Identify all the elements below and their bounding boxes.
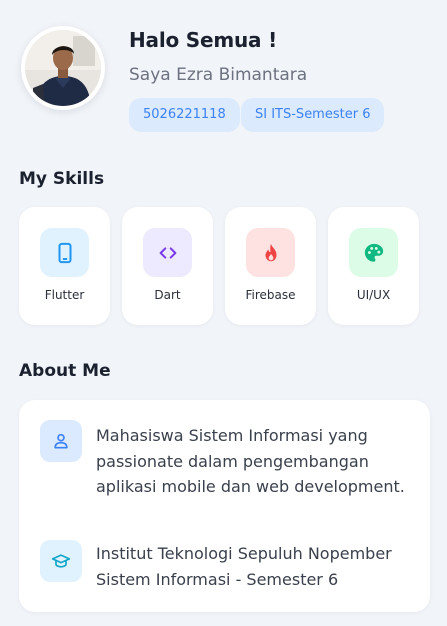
graduation-cap-icon <box>40 540 82 582</box>
profile-name: Saya Ezra Bimantara <box>129 65 308 85</box>
skill-label: Flutter <box>44 288 85 302</box>
skill-card-flutter[interactable]: Flutter <box>19 207 110 325</box>
skills-grid: Flutter Dart Firebase UI/UX <box>19 207 430 325</box>
skill-label: Dart <box>154 288 181 302</box>
about-section-title: About Me <box>19 361 111 381</box>
skills-section-title: My Skills <box>19 169 105 189</box>
about-education: Institut Teknologi Sepuluh Nopember Sist… <box>96 544 392 589</box>
skill-card-firebase[interactable]: Firebase <box>225 207 316 325</box>
smartphone-icon <box>40 228 89 277</box>
palette-icon <box>349 228 398 277</box>
skill-label: Firebase <box>245 288 296 302</box>
avatar-photo <box>25 30 101 106</box>
nim-chip: 5026221118 <box>129 98 240 132</box>
avatar[interactable] <box>21 26 105 110</box>
code-icon <box>143 228 192 277</box>
program-chip: SI ITS-Semester 6 <box>241 98 385 132</box>
greeting-title: Halo Semua ! <box>129 28 278 52</box>
skill-card-uiux[interactable]: UI/UX <box>328 207 419 325</box>
about-card: Mahasiswa Sistem Informasi yang passiona… <box>19 400 430 612</box>
about-description: Mahasiswa Sistem Informasi yang passiona… <box>96 426 405 496</box>
flame-icon <box>246 228 295 277</box>
skill-label: UI/UX <box>356 288 391 302</box>
profile-header: Halo Semua ! Saya Ezra Bimantara 5026221… <box>0 0 447 150</box>
person-icon <box>40 420 82 462</box>
skill-card-dart[interactable]: Dart <box>122 207 213 325</box>
